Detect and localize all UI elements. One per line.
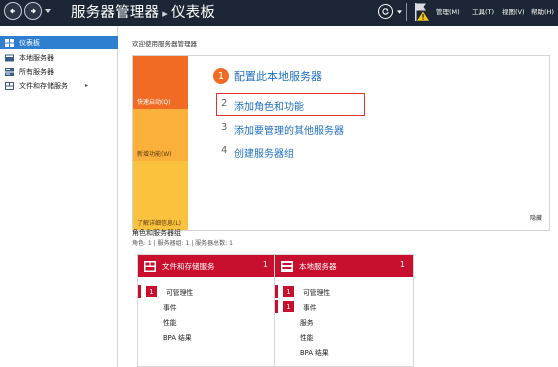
tile-local-server[interactable]: 本地服务器 1 1 可管理性 1 事件 服务 性能 BPA 结果 (274, 254, 414, 367)
step-1-number: 1 (213, 68, 229, 84)
alert-badge: 1 (146, 286, 157, 297)
learn-more-tab[interactable]: 了解详细信息(L) (133, 161, 188, 230)
breadcrumb-page: 仪表板 (170, 5, 216, 21)
storage-icon (5, 81, 14, 90)
tile-row-label: 可管理性 (166, 288, 194, 297)
breadcrumb-separator: ▸ (162, 7, 168, 20)
page-title: 服务器管理器 ▸ 仪表板 (71, 1, 215, 22)
back-button[interactable] (4, 2, 22, 20)
alert-badge: 1 (283, 301, 294, 312)
tile-row-services[interactable]: 服务 (275, 315, 415, 328)
menu-tools[interactable]: 工具(T) (472, 6, 494, 16)
tile-row-performance[interactable]: 性能 (138, 315, 278, 328)
tile-row-label: 事件 (163, 303, 177, 312)
learn-more-label: 了解详细信息(L) (137, 220, 182, 227)
tile-row-manageability[interactable]: 1 可管理性 (138, 285, 278, 298)
sidebar-item-local-server[interactable]: 本地服务器 (0, 51, 118, 64)
menu-manage[interactable]: 管理(M) (436, 6, 460, 16)
sidebar-item-label: 文件和存储服务 (19, 81, 68, 90)
sidebar-item-label: 本地服务器 (19, 53, 54, 62)
refresh-dropdown-icon[interactable] (397, 10, 402, 14)
tile-row-manageability[interactable]: 1 可管理性 (275, 285, 415, 298)
roles-section-title: 角色和服务器组 (132, 229, 181, 237)
hide-link[interactable]: 隐藏 (530, 213, 542, 222)
menu-help[interactable]: 帮助(H) (531, 6, 554, 16)
tile-row-label: BPA 结果 (163, 333, 192, 342)
warning-flag-icon[interactable] (413, 2, 431, 22)
dashboard-content: 欢迎使用服务器管理器 快速启动(Q) 新增功能(W) 了解详细信息(L) 1 配… (119, 26, 558, 367)
tile-row-label: 性能 (300, 333, 314, 342)
tile-row-label: 性能 (163, 318, 177, 327)
sidebar-item-all-servers[interactable]: 所有服务器 (0, 65, 118, 78)
sidebar-item-label: 仪表板 (19, 38, 40, 47)
forward-arrow-icon (31, 8, 36, 14)
tile-row-label: 服务 (300, 318, 314, 327)
storage-icon (144, 260, 156, 272)
tile-count: 1 (399, 260, 405, 269)
quick-start-tab[interactable]: 快速启动(Q) (133, 56, 188, 109)
server-icon (5, 54, 14, 61)
refresh-icon (382, 8, 389, 15)
history-dropdown-icon[interactable] (45, 9, 51, 13)
sidebar-item-label: 所有服务器 (19, 67, 54, 76)
quick-start-label: 快速启动(Q) (137, 99, 171, 106)
roles-summary: 角色: 1 | 服务器组: 1 | 服务器总数: 1 (132, 240, 233, 247)
tile-header[interactable]: 文件和存储服务 1 (138, 255, 276, 277)
create-server-group-link[interactable]: 创建服务器组 (234, 145, 294, 160)
title-bar: 服务器管理器 ▸ 仪表板 管理(M) 工具(T) 视图(V) 帮助(H) (0, 0, 558, 26)
step-3-number: 3 (221, 122, 228, 133)
tile-row-events[interactable]: 1 事件 (275, 300, 415, 313)
configure-local-server-link[interactable]: 配置此本地服务器 (234, 68, 322, 84)
expand-arrow-icon[interactable]: ▸ (85, 82, 88, 89)
sidebar-item-file-storage[interactable]: 文件和存储服务 ▸ (0, 79, 118, 92)
sidebar-item-dashboard[interactable]: 仪表板 (0, 36, 118, 49)
tile-header[interactable]: 本地服务器 1 (275, 255, 413, 277)
tile-row-events[interactable]: 事件 (138, 300, 278, 313)
tile-file-storage[interactable]: 文件和存储服务 1 1 可管理性 事件 性能 BPA 结果 (137, 254, 277, 367)
add-roles-features-link[interactable]: 添加角色和功能 (234, 98, 304, 113)
sidebar: 仪表板 本地服务器 所有服务器 文件和存储服务 ▸ (0, 26, 118, 367)
step-2-number: 2 (221, 98, 228, 109)
add-servers-link[interactable]: 添加要管理的其他服务器 (234, 122, 344, 137)
header-divider (406, 3, 407, 21)
tile-title: 本地服务器 (299, 261, 337, 271)
menu-view[interactable]: 视图(V) (502, 6, 525, 16)
tile-row-label: BPA 结果 (300, 348, 329, 357)
forward-button[interactable] (24, 2, 42, 20)
welcome-heading: 欢迎使用服务器管理器 (132, 40, 197, 48)
server-icon (281, 260, 293, 272)
whats-new-tab[interactable]: 新增功能(W) (133, 109, 188, 161)
dashboard-icon (5, 38, 14, 47)
tile-count: 1 (262, 260, 268, 269)
back-arrow-icon (10, 8, 15, 14)
quick-start-panel: 快速启动(Q) 新增功能(W) 了解详细信息(L) 1 配置此本地服务器 2 添… (132, 55, 550, 231)
servers-icon (5, 67, 14, 76)
whats-new-label: 新增功能(W) (137, 151, 172, 158)
tile-row-performance[interactable]: 性能 (275, 330, 415, 343)
app-title: 服务器管理器 (71, 5, 160, 21)
tile-row-label: 事件 (303, 303, 317, 312)
tile-title: 文件和存储服务 (162, 261, 215, 271)
tile-row-label: 可管理性 (303, 288, 331, 297)
alert-badge: 1 (283, 286, 294, 297)
step-4-number: 4 (221, 145, 228, 156)
refresh-button[interactable] (378, 4, 393, 19)
tile-row-bpa[interactable]: BPA 结果 (275, 345, 415, 358)
tile-row-bpa[interactable]: BPA 结果 (138, 330, 278, 343)
